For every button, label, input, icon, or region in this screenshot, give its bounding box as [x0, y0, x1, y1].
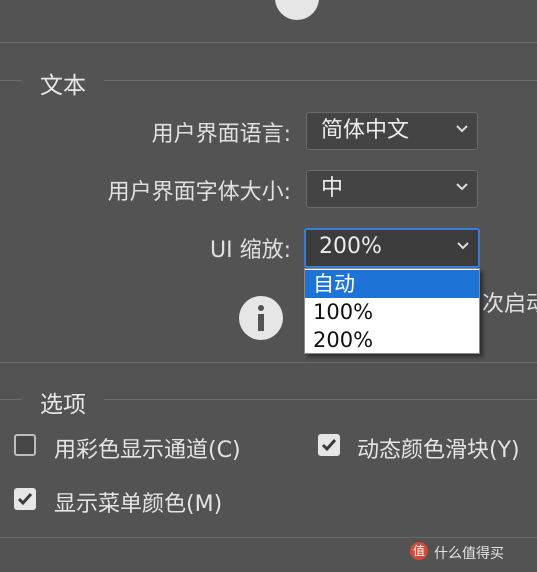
options-section-title: 选项 [40, 392, 86, 418]
ui-scaling-option-200[interactable]: 200% [305, 326, 479, 354]
dynamic-color-sliders-label[interactable]: 动态颜色滑块(Y) [357, 432, 520, 464]
color-channels-checkbox[interactable] [14, 434, 36, 456]
chevron-down-icon [457, 242, 469, 250]
divider-middle [0, 362, 537, 363]
ui-scaling-label: UI 缩放: [210, 238, 291, 263]
ui-scaling-value: 200% [319, 234, 382, 259]
ui-font-size-value: 中 [321, 176, 344, 201]
ui-scaling-option-100[interactable]: 100% [305, 298, 479, 326]
checkmark-icon [17, 493, 33, 506]
watermark-text: 什么值得买 [434, 546, 504, 562]
restart-notice-text: 次启动 [482, 292, 537, 317]
ui-font-size-label: 用户界面字体大小: [107, 180, 291, 205]
info-icon [239, 296, 283, 340]
divider-top [0, 42, 537, 43]
section-rule-right [104, 80, 537, 81]
options-rule-right [104, 399, 537, 400]
ui-language-select[interactable]: 简体中文 [306, 112, 478, 150]
ui-language-value: 简体中文 [321, 118, 410, 143]
chevron-down-icon [456, 125, 468, 133]
text-section-title: 文本 [40, 73, 86, 99]
top-info-icon [275, 0, 319, 20]
ui-scaling-dropdown-list: 自动 100% 200% [304, 268, 480, 354]
chevron-down-icon [456, 183, 468, 191]
menu-colors-checkbox[interactable] [14, 488, 36, 510]
dynamic-color-sliders-checkbox[interactable] [318, 434, 340, 456]
checkmark-icon [321, 439, 337, 452]
ui-scaling-select[interactable]: 200% [304, 228, 480, 268]
menu-colors-label[interactable]: 显示菜单颜色(M) [54, 486, 222, 518]
divider-bottom [0, 537, 537, 538]
ui-font-size-select[interactable]: 中 [306, 170, 478, 208]
options-rule-left [0, 399, 22, 400]
color-channels-label[interactable]: 用彩色显示通道(C) [54, 432, 241, 464]
ui-scaling-option-auto[interactable]: 自动 [305, 270, 479, 298]
section-rule-left [0, 80, 22, 81]
watermark-badge-icon: 值 [410, 542, 428, 560]
ui-language-label: 用户界面语言: [151, 122, 291, 147]
